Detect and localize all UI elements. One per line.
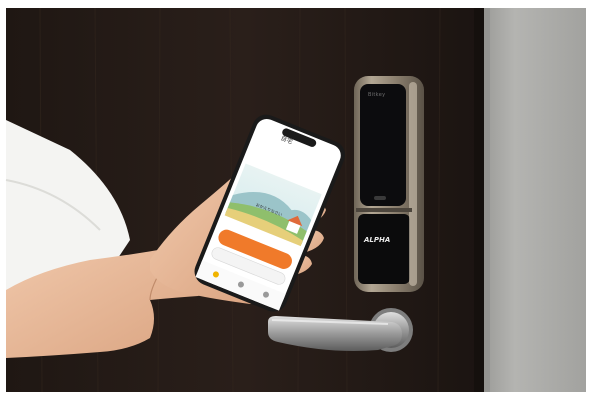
lock-brand-label: Bitkey [368,92,386,98]
smart-lock [354,76,424,292]
wall [484,8,586,392]
photo-scene [0,0,592,398]
lock-logo: ALPHA [364,236,391,244]
